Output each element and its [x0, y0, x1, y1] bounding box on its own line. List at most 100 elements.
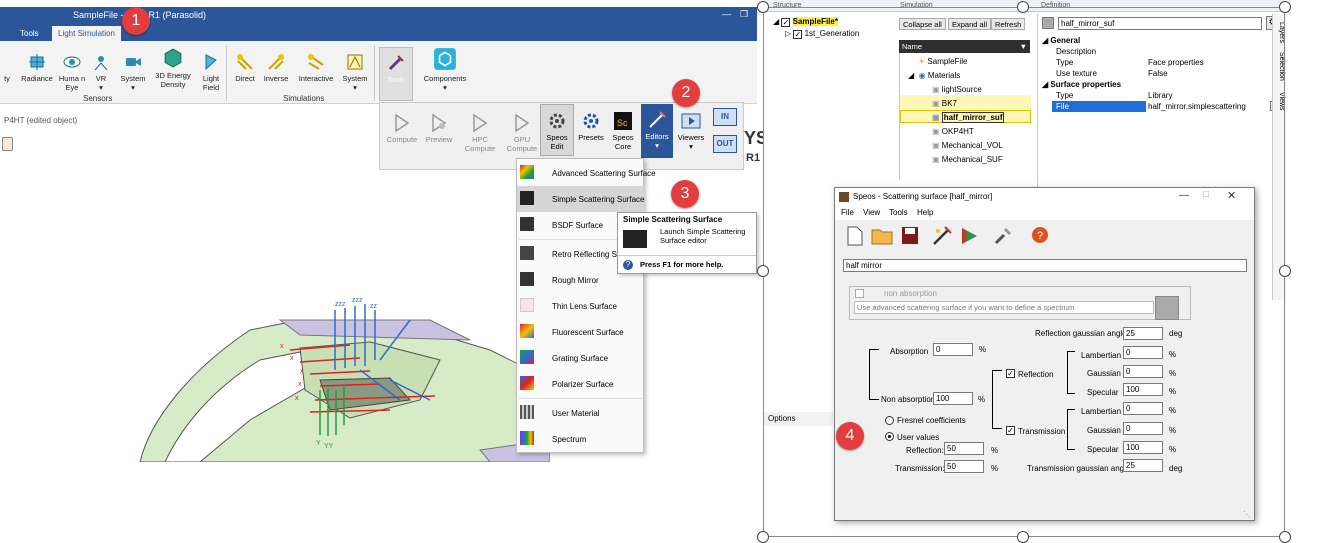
help-icon[interactable]: ?	[1031, 226, 1049, 244]
menu-item-polarizer[interactable]: Polarizer Surface	[517, 371, 644, 397]
menu-item-grating[interactable]: Grating Surface	[517, 345, 644, 371]
presets-label: Presets	[578, 133, 604, 142]
restore-icon[interactable]: ❐	[740, 9, 748, 20]
non-absorption-check-label: non absorption	[884, 289, 937, 298]
human-eye-button[interactable]: Huma n Eye	[58, 53, 86, 92]
3d-energy-density-button[interactable]: 3D Energy Density	[152, 48, 194, 89]
thin-lens-icon	[520, 298, 534, 312]
grating-icon	[520, 350, 534, 364]
tools-button[interactable]: Tools	[379, 47, 413, 101]
resize-handle[interactable]	[1017, 1, 1029, 13]
resize-handle[interactable]	[757, 265, 769, 277]
new-file-icon[interactable]	[847, 226, 863, 246]
system-sensor-button[interactable]: System ▾	[118, 53, 148, 92]
tab-light-simulation[interactable]: Light Simulation	[52, 26, 121, 41]
save-icon[interactable]	[901, 226, 919, 246]
tab-tools[interactable]: Tools	[20, 29, 39, 38]
prism-icon[interactable]	[959, 225, 979, 247]
pct-unit: %	[1169, 350, 1177, 359]
transmission-checkbox[interactable]: ✓	[1006, 426, 1015, 435]
interactive-simulation-button[interactable]: Interactive	[296, 53, 336, 83]
resize-handle[interactable]	[1279, 265, 1291, 277]
preview-button[interactable]: Preview	[422, 113, 456, 144]
3d-model-view[interactable]: xxxxx zzzzzzzz Y YY	[130, 290, 550, 462]
radiance-button[interactable]: Radiance	[19, 53, 55, 83]
transmission-specular-field[interactable]: 100	[1123, 441, 1163, 454]
transmission-lambertian-field[interactable]: 0	[1123, 402, 1163, 415]
cube-energy-icon	[164, 48, 182, 68]
sensor-partial-button[interactable]: ty	[0, 53, 14, 83]
reflection-check-label: Reflection	[1018, 370, 1054, 379]
maximize-icon[interactable]: □	[1203, 189, 1209, 200]
fresnel-radio[interactable]	[885, 416, 894, 425]
menu-item-simple-scattering[interactable]: Simple Scattering Surface	[517, 186, 645, 212]
resize-grip-icon[interactable]: ⋱	[1243, 510, 1251, 519]
minimize-icon[interactable]: —	[1179, 190, 1189, 201]
reflection-lambertian-field[interactable]: 0	[1123, 346, 1163, 359]
reflection-gaussian-field[interactable]: 0	[1123, 365, 1163, 378]
inverse-simulation-button[interactable]: Inverse	[261, 53, 291, 83]
non-absorption-label: Non absorption	[881, 395, 936, 404]
compute-button[interactable]: Compute	[384, 113, 420, 144]
resize-handle[interactable]	[757, 531, 769, 543]
menu-item-label: Simple Scattering Surface	[552, 195, 645, 204]
open-folder-icon[interactable]	[871, 226, 893, 246]
transmission-value-label: Transmission:	[895, 464, 945, 473]
absorption-field[interactable]: 0	[933, 343, 973, 356]
reflection-gaussian-angle-label: Reflection gaussian angle	[1035, 329, 1127, 338]
hpc-compute-button[interactable]: HPC Compute	[460, 113, 500, 153]
menu-file[interactable]: File	[841, 208, 854, 217]
menu-item-fluorescent[interactable]: Fluorescent Surface	[517, 319, 644, 345]
menu-view[interactable]: View	[863, 208, 880, 217]
minimize-icon[interactable]: —	[722, 9, 731, 19]
menu-tools[interactable]: Tools	[889, 208, 908, 217]
tools-wrench-icon[interactable]	[993, 226, 1013, 246]
viewers-button[interactable]: Viewers ▾	[676, 111, 706, 151]
object-icon[interactable]	[2, 137, 13, 151]
reflection-value-field[interactable]: 50	[944, 442, 984, 455]
non-absorption-checkbox[interactable]	[855, 289, 864, 298]
close-icon[interactable]: ✕	[1227, 189, 1236, 202]
transmission-gaussian-angle-field[interactable]: 25	[1123, 459, 1163, 472]
system-simulation-button[interactable]: System ▾	[340, 53, 370, 92]
light-field-label: Light Field	[202, 74, 220, 92]
bsdf-icon	[520, 217, 534, 231]
reflection-checkbox[interactable]: ✓	[1006, 369, 1015, 378]
export-out-button[interactable]: OUT	[713, 135, 737, 153]
menu-item-spectrum[interactable]: Spectrum	[517, 426, 644, 452]
gpu-compute-label: GPU Compute	[506, 135, 538, 153]
components-button[interactable]: Components ▾	[421, 47, 469, 92]
transmission-gaussian-field[interactable]: 0	[1123, 422, 1163, 435]
light-field-button[interactable]: Light Field	[198, 53, 224, 92]
interactive-label: Interactive	[298, 74, 334, 83]
resize-handle[interactable]	[757, 1, 769, 13]
user-values-radio[interactable]	[885, 432, 894, 441]
transmission-value-field[interactable]: 50	[944, 460, 984, 473]
resize-handle[interactable]	[1017, 531, 1029, 543]
presets-button[interactable]: Presets	[576, 111, 606, 142]
non-absorption-field[interactable]: 100	[933, 392, 973, 405]
svg-text:x: x	[290, 355, 294, 362]
pct-unit: %	[1169, 445, 1177, 454]
resize-handle[interactable]	[1279, 1, 1291, 13]
direct-simulation-button[interactable]: Direct	[230, 53, 260, 83]
vr-button[interactable]: VR ▾	[88, 53, 114, 92]
reflection-gaussian-angle-field[interactable]: 25	[1123, 327, 1163, 340]
reflection-specular-field[interactable]: 100	[1123, 383, 1163, 396]
import-in-button[interactable]: IN	[713, 108, 737, 126]
menu-item-thin-lens[interactable]: Thin Lens Surface	[517, 293, 644, 319]
pct-unit: %	[978, 395, 986, 404]
speos-edit-label: Speos Edit	[546, 133, 568, 151]
menu-item-advanced-scattering[interactable]: Advanced Scattering Surface	[517, 160, 656, 186]
speos-core-button[interactable]: Sc Speos Core	[608, 111, 638, 151]
speos-edit-button[interactable]: Speos Edit	[540, 104, 574, 156]
surface-name-field[interactable]: half mirror	[843, 259, 1247, 272]
editors-button[interactable]: Editors ▾	[641, 104, 673, 158]
tooltip: Simple Scattering Surface Launch Simple …	[617, 212, 757, 274]
menu-item-user-material[interactable]: User Material	[517, 400, 644, 426]
bracket-line	[992, 370, 993, 428]
wand-icon[interactable]	[931, 225, 953, 247]
menu-help[interactable]: Help	[917, 208, 933, 217]
resize-handle[interactable]	[1279, 531, 1291, 543]
gpu-compute-button[interactable]: GPU Compute	[502, 113, 542, 153]
